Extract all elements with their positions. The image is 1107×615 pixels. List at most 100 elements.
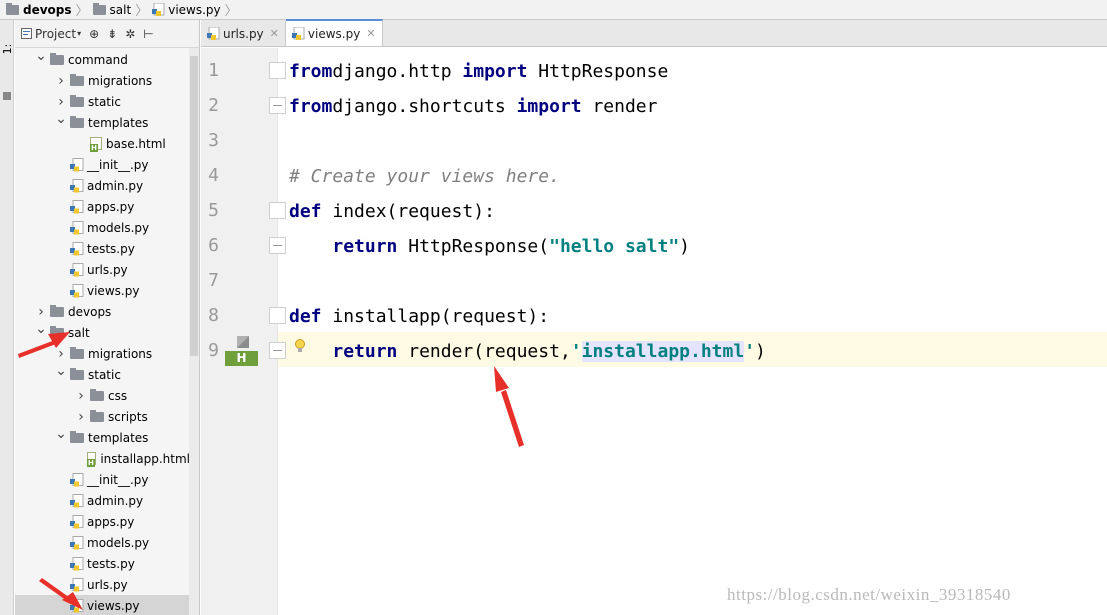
code-editor[interactable]: 123456789 H fromdjango.http import HttpR… — [201, 48, 1107, 615]
fold-marker[interactable] — [269, 307, 286, 324]
breadcrumb-separator: 〉 — [224, 4, 238, 19]
chevron-right-icon[interactable]: › — [55, 346, 67, 362]
tree-file[interactable]: urls.py — [15, 574, 190, 595]
tree-file[interactable]: __init__.py — [15, 469, 190, 490]
chevron-right-icon[interactable]: › — [75, 409, 87, 425]
chevron-right-icon[interactable]: › — [55, 94, 67, 110]
gear-icon[interactable]: ✲ — [125, 27, 135, 41]
line-number: 6 — [208, 235, 219, 256]
fold-marker[interactable] — [269, 202, 286, 219]
chevron-down-icon[interactable]: ⌄ — [35, 321, 47, 337]
keyword-token: def — [289, 306, 322, 327]
html-template-gutter-icon[interactable]: H — [225, 351, 258, 366]
close-icon[interactable]: ✕ — [366, 27, 375, 40]
tree-item-label: models.py — [87, 220, 150, 235]
collapse-all-icon[interactable]: ⇟ — [107, 27, 117, 41]
line-number: 8 — [208, 305, 219, 326]
tree-folder[interactable]: › static — [15, 91, 190, 112]
code-token: ) — [679, 236, 690, 257]
fold-marker[interactable] — [269, 237, 286, 254]
string-token: installapp.html — [581, 341, 745, 362]
tree-folder[interactable]: › devops — [15, 301, 190, 322]
tree-file[interactable]: admin.py — [15, 490, 190, 511]
tree-folder[interactable]: › scripts — [15, 406, 190, 427]
tree-item-label: __init__.py — [87, 157, 149, 172]
folder-icon — [90, 409, 104, 422]
chevron-down-icon[interactable]: ⌄ — [55, 426, 67, 442]
project-tool-button[interactable]: 1: Project — [1, 27, 28, 71]
tree-folder[interactable]: › migrations — [15, 70, 190, 91]
tree-item-label: admin.py — [87, 493, 144, 508]
tree-folder[interactable]: ⌄ salt — [15, 321, 190, 343]
breadcrumb: devops 〉 salt 〉 views.py 〉 — [0, 0, 1107, 20]
tree-file[interactable]: admin.py — [15, 175, 190, 196]
folder-icon — [70, 73, 84, 86]
tree-folder[interactable]: › css — [15, 385, 190, 406]
project-tree: ⌄command›migrations›static⌄templatesbase… — [15, 48, 199, 615]
tree-file[interactable]: __init__.py — [15, 154, 190, 175]
tree-file[interactable]: base.html — [15, 133, 190, 154]
code-line: def installapp(request): — [289, 302, 549, 332]
python-file-icon — [70, 262, 84, 276]
keyword-token: return — [332, 236, 398, 257]
tree-folder[interactable]: ⌄ static — [15, 363, 190, 385]
chevron-right-icon[interactable]: › — [75, 388, 87, 404]
breadcrumb-separator: 〉 — [75, 4, 89, 19]
tree-folder[interactable]: ⌄ templates — [15, 426, 190, 448]
code-line: def index(request): — [289, 197, 495, 227]
editor-tabs: urls.py ✕ views.py ✕ — [201, 19, 1107, 47]
code-line: return render(request,'installapp.html') — [289, 337, 766, 367]
scrollbar-thumb[interactable] — [190, 56, 198, 356]
tree-file[interactable]: urls.py — [15, 259, 190, 280]
tree-item-label: apps.py — [87, 514, 135, 529]
tree-item-label: base.html — [106, 136, 166, 151]
tree-file[interactable]: apps.py — [15, 511, 190, 532]
python-file-icon — [207, 27, 220, 40]
scrollbar[interactable] — [189, 48, 199, 615]
breadcrumb-item-devops[interactable]: devops — [3, 0, 75, 20]
chevron-right-icon[interactable]: › — [55, 73, 67, 89]
chevron-down-icon[interactable]: ⌄ — [35, 48, 47, 64]
folder-icon — [92, 2, 106, 15]
breadcrumb-separator: 〉 — [135, 4, 149, 19]
fold-marker[interactable] — [269, 62, 286, 79]
close-icon[interactable]: ✕ — [270, 27, 279, 40]
tool-window-strip: 1: Project — [0, 20, 28, 615]
breadcrumb-item-views[interactable]: views.py — [149, 0, 223, 20]
tree-item-label: salt — [68, 325, 90, 340]
tree-file[interactable]: models.py — [15, 217, 190, 238]
code-token: django.http — [332, 61, 463, 82]
tree-file[interactable]: views.py — [15, 280, 190, 301]
tab-views-py[interactable]: views.py ✕ — [285, 19, 383, 46]
tree-folder[interactable]: › migrations — [15, 343, 190, 364]
python-file-icon — [70, 514, 84, 528]
tree-file[interactable]: tests.py — [15, 553, 190, 574]
chevron-down-icon[interactable]: ⌄ — [55, 363, 67, 379]
tree-file[interactable]: models.py — [15, 532, 190, 553]
tree-folder[interactable]: ⌄ templates — [15, 111, 190, 133]
breadcrumb-item-salt[interactable]: salt — [90, 0, 135, 20]
chevron-right-icon[interactable]: › — [35, 304, 47, 320]
code-line: # Create your views here. — [289, 162, 560, 192]
tree-file[interactable]: installapp.html — [15, 448, 190, 469]
fold-marker[interactable] — [269, 342, 286, 359]
tree-file[interactable]: tests.py — [15, 238, 190, 259]
chevron-down-icon[interactable]: ⌄ — [55, 111, 67, 127]
hide-icon[interactable]: ⊢ — [143, 27, 153, 41]
gutter-separator — [277, 48, 278, 615]
keyword-token: def — [289, 201, 322, 222]
project-view-dropdown[interactable]: Project ▾ — [21, 27, 81, 41]
navigate-to-template-icon[interactable] — [229, 334, 251, 348]
fold-marker[interactable] — [269, 97, 286, 114]
string-token: ' — [744, 341, 756, 362]
tree-item-label: static — [88, 367, 121, 382]
code-token: installapp(request): — [321, 306, 550, 327]
locate-icon[interactable]: ⊕ — [89, 27, 99, 41]
tree-folder[interactable]: ⌄ command — [15, 48, 190, 70]
code-token: index(request): — [321, 201, 495, 222]
tab-urls-py[interactable]: urls.py ✕ — [201, 21, 286, 46]
tree-item-label: views.py — [87, 283, 140, 298]
python-file-icon — [70, 199, 84, 213]
tree-file[interactable]: apps.py — [15, 196, 190, 217]
tree-file[interactable]: views.py — [15, 595, 190, 615]
